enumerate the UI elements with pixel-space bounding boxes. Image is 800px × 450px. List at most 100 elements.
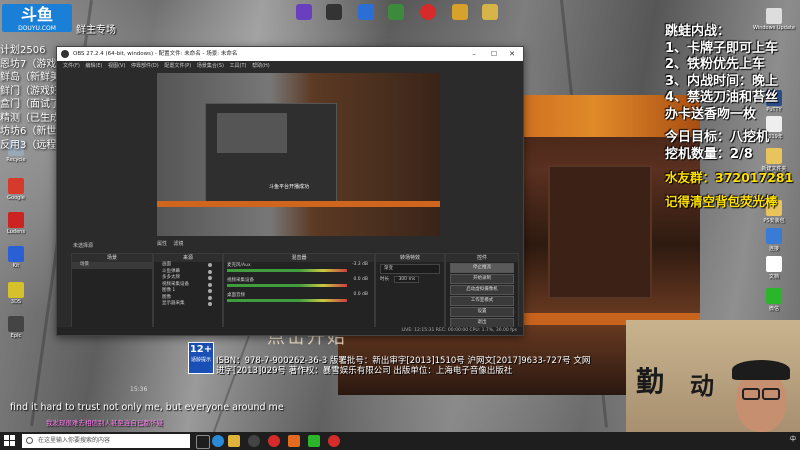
obs-window[interactable]: OBS 27.2.4 (64-bit, windows) - 配置文件: 未命名… (56, 46, 524, 336)
dock-title: 转场特效 (376, 254, 444, 262)
calligraphy-art: 勤 (636, 365, 665, 398)
desktop-icon[interactable]: 3DS (0, 282, 38, 305)
subtitle-chinese: 我发现很难去相信别人甚至连自己都怀疑 (46, 419, 163, 427)
info-line: 1、卡牌子即可上车 (665, 40, 779, 56)
properties-button[interactable]: 属性 (157, 241, 167, 247)
minimize-button[interactable]: – (465, 47, 483, 61)
transitions-dock: 转场特效 渐变 时长 300 ms (375, 253, 445, 329)
preview-nested-content (217, 113, 287, 153)
settings-button[interactable]: 设置 (450, 307, 514, 317)
app-icon-6[interactable] (452, 4, 468, 20)
menu-docks[interactable]: 停靠部件(D) (131, 63, 159, 69)
scenes-dock: 场景 场景 (71, 253, 153, 329)
info-line: 跳蛙内战： (665, 24, 731, 39)
desktop: Recycle Google Ludens Kit 3DS Epic Windo… (0, 0, 800, 432)
taskbar: 在这里输入你要搜索的内容 中 (0, 432, 800, 450)
obs-menubar: 文件(F) 编辑(E) 视图(V) 停靠部件(D) 配置文件(P) 场景集合(S… (57, 61, 523, 71)
virtual-camera-button[interactable]: 启动虚拟摄像机 (450, 285, 514, 295)
close-button[interactable]: ✕ (503, 47, 521, 61)
source-item[interactable]: 显示器采集 (154, 301, 222, 308)
mixer-channel: 麦克风/Aux -3.3 dB (224, 262, 374, 277)
obs-titlebar[interactable]: OBS 27.2.4 (64-bit, windows) - 配置文件: 未命名… (57, 47, 523, 61)
wechat-taskbar-icon[interactable] (308, 435, 320, 447)
obs-taskbar-icon[interactable] (248, 435, 260, 447)
glasses-icon (742, 388, 760, 400)
mixer-channel: 桌面音频 0.0 dB (224, 292, 374, 307)
volume-meter[interactable] (227, 284, 347, 287)
sources-dock: 来源 画面 斗鱼弹幕 多多太牌 视频采集设备 图像 1 图像 显示器采集 (153, 253, 223, 329)
audio-mixer-dock: 混音器 麦克风/Aux -3.3 dB 视频采集设备 0.0 dB 桌面音频 0… (223, 253, 375, 329)
transition-select[interactable]: 渐变 (380, 264, 440, 274)
desktop-icon[interactable]: 文档 (752, 256, 796, 280)
source-controls: 属性 滤镜 (157, 240, 183, 247)
age-rating-badge: 12+ 适龄提示 (188, 342, 214, 374)
desktop-icon[interactable]: Ludens (0, 212, 38, 235)
netease-icon[interactable] (420, 4, 436, 20)
glasses-icon (762, 388, 780, 400)
filters-button[interactable]: 滤镜 (173, 241, 183, 247)
calligraphy-art: 动 (690, 372, 714, 400)
mixer-channel: 视频采集设备 0.0 dB (224, 277, 374, 292)
duration-row: 时长 300 ms (376, 276, 444, 283)
folder-icon[interactable] (482, 4, 498, 20)
visibility-icon[interactable] (208, 263, 212, 267)
desktop-icon[interactable]: 微信 (752, 288, 796, 312)
obs-status-bar: LIVE: 12:15:31 REC: 00:00:00 CPU: 1.7%, … (57, 327, 523, 335)
info-line: 2、铁粉优先上车 (665, 57, 766, 72)
menu-view[interactable]: 视图(V) (108, 63, 125, 69)
menu-profile[interactable]: 配置文件(P) (164, 63, 191, 69)
system-tray[interactable]: 中 (790, 434, 796, 443)
goal-progress: 挖机数量：2/8 (665, 146, 753, 162)
timecode: 15:36 (130, 386, 148, 393)
scene-item[interactable]: 场景 (72, 262, 152, 269)
window-title: OBS 27.2.4 (64-bit, windows) - 配置文件: 未命名… (73, 51, 238, 57)
menu-edit[interactable]: 编辑(E) (85, 63, 102, 69)
menu-scene-collection[interactable]: 场景集合(S) (197, 63, 224, 69)
desktop-icon[interactable]: Epic (0, 316, 38, 339)
stream-info-panel: 跳蛙内战： 1、卡牌子即可上车 2、铁粉优先上车 3、内战时间：晚上 4、禁选刀… (665, 24, 800, 210)
preview-text: 斗鱼平台开播成功 (269, 184, 310, 190)
visibility-icon[interactable] (208, 276, 212, 280)
stop-streaming-button[interactable]: 停止推流 (450, 263, 514, 273)
task-view-icon[interactable] (196, 435, 210, 449)
maximize-button[interactable]: ☐ (485, 47, 503, 61)
menu-file[interactable]: 文件(F) (63, 63, 80, 69)
taskbar-search-input[interactable]: 在这里输入你要搜索的内容 (22, 434, 190, 448)
volume-meter[interactable] (227, 299, 347, 302)
visibility-icon[interactable] (208, 269, 212, 274)
visibility-icon[interactable] (208, 302, 212, 306)
info-line: 4、禁选刀油和苔丝 (665, 90, 779, 105)
app-icon-2[interactable] (326, 4, 342, 20)
volume-meter[interactable] (227, 269, 347, 272)
isbn-notice: ISBN：978-7-900262-36-3 版署批号：新出审字[2013]15… (216, 356, 591, 376)
wallpaper-crack (212, 330, 252, 432)
studio-mode-button[interactable]: 工作室模式 (450, 296, 514, 306)
menu-tools[interactable]: 工具(T) (230, 63, 247, 69)
windows-start-icon[interactable] (4, 435, 16, 447)
game-panel (548, 165, 652, 299)
desktop-icon[interactable]: Google (0, 178, 38, 201)
obs-preview[interactable]: 斗鱼平台开播成功 (157, 73, 440, 236)
visibility-icon[interactable] (208, 295, 212, 300)
edge-icon[interactable] (212, 435, 224, 447)
start-recording-button[interactable]: 开始录制 (450, 274, 514, 284)
controls-dock: 控件 停止推流 开始录制 启动虚拟摄像机 工作室模式 设置 退出 (445, 253, 519, 329)
desktop-icon[interactable]: 连接 (752, 228, 796, 252)
app-icon-3[interactable] (358, 4, 374, 20)
menu-help[interactable]: 帮助(H) (252, 63, 270, 69)
app-taskbar-icon[interactable] (328, 435, 340, 447)
netease-taskbar-icon[interactable] (268, 435, 280, 447)
visibility-icon[interactable] (208, 289, 212, 293)
app-icon-4[interactable] (388, 4, 404, 20)
dock-title: 混音器 (224, 254, 374, 262)
visibility-icon[interactable] (208, 282, 212, 287)
file-explorer-icon[interactable] (228, 435, 240, 447)
reminder: 记得清空背包荧光棒 (665, 193, 778, 209)
duration-input[interactable]: 300 ms (394, 276, 420, 283)
subtitle-english: find it hard to trust not only me, but e… (10, 402, 284, 413)
douyu-taskbar-icon[interactable] (288, 435, 300, 447)
desktop-icon[interactable]: Kit (0, 246, 38, 269)
vs-icon[interactable] (296, 4, 312, 20)
dock-title: 来源 (154, 254, 222, 262)
info-line: 办卡送香吻一枚 (665, 106, 757, 122)
